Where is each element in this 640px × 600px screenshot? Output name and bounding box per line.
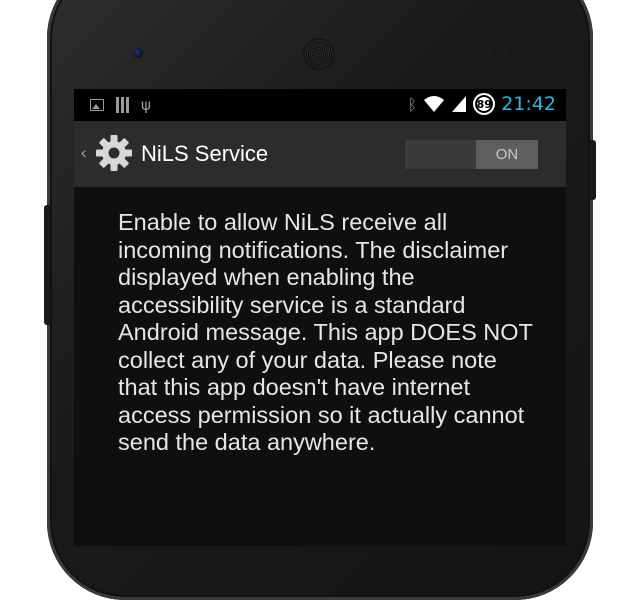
battery-icon: 89 [473,93,496,115]
light-sensor [503,49,509,55]
power-button [590,140,596,200]
barcode-icon [116,97,129,113]
bluetooth-icon: ᛒ [407,94,418,114]
wifi-icon [424,96,445,112]
up-caret-icon[interactable]: ‹ [80,143,87,164]
signal-icon [452,96,467,112]
proximity-sensor [487,49,493,55]
notification-icons: ψ [90,95,151,115]
gallery-icon [90,99,104,111]
earpiece-speaker [305,40,333,68]
screen: ψ ᛒ 89 21:42 ‹ NiLS Service ON Enable to… [74,89,566,546]
volume-button [44,205,50,325]
system-icons: ᛒ 89 21:42 [408,93,556,115]
usb-icon: ψ [141,96,151,114]
toggle-thumb[interactable]: ON [476,140,538,169]
clock: 21:42 [501,93,556,115]
page-title: NiLS Service [141,141,269,166]
gear-icon[interactable] [94,133,134,173]
service-description: Enable to allow NiLS receive all incomin… [118,209,533,455]
service-toggle[interactable]: ON [405,140,538,169]
action-bar: ‹ NiLS Service ON [74,121,566,187]
front-camera [133,48,143,58]
status-bar: ψ ᛒ 89 21:42 [74,89,566,121]
